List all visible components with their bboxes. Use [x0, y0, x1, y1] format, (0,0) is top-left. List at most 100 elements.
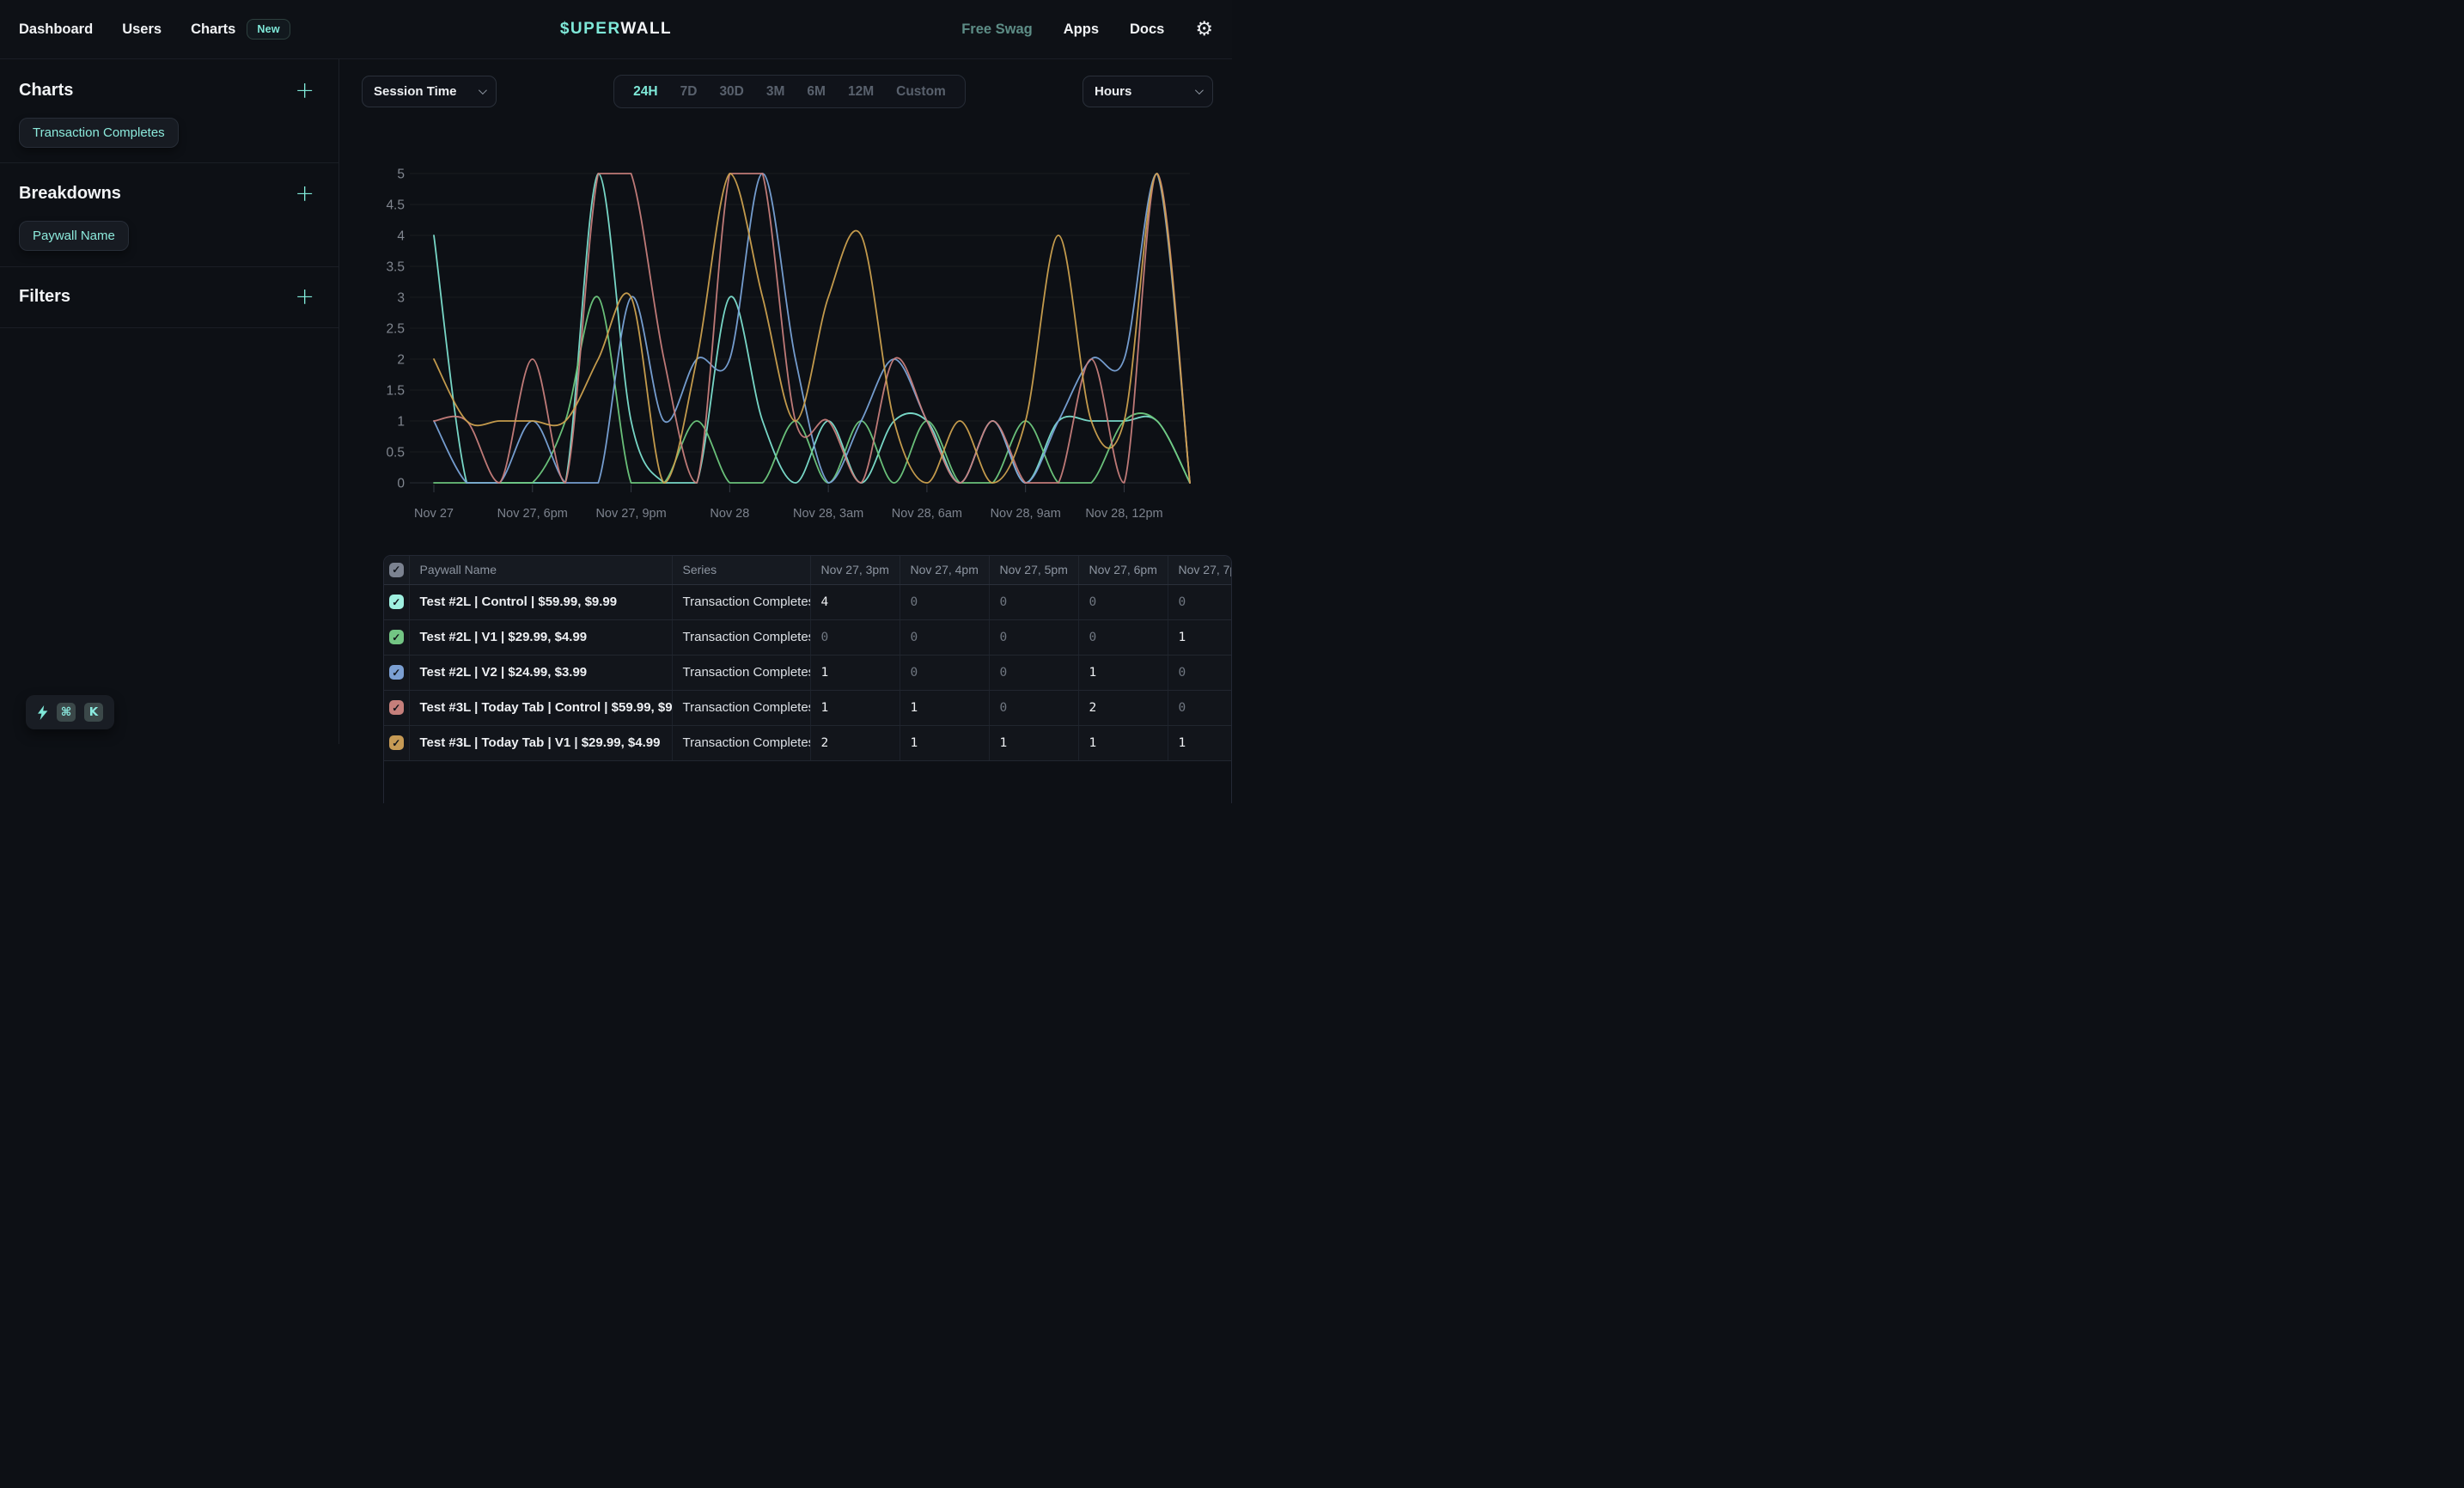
select-all-checkbox[interactable] — [389, 563, 404, 577]
col-header-5pm: Nov 27, 5pm — [989, 556, 1078, 584]
paywall-name-cell: Test #3L | Today Tab | Control | $59.99,… — [409, 690, 672, 725]
series-cell: Transaction Completes — [672, 655, 810, 690]
svg-text:Nov 28, 6am: Nov 28, 6am — [892, 507, 962, 521]
value-cell: 0 — [1078, 619, 1168, 655]
value-cell: 0 — [900, 655, 989, 690]
row-checkbox[interactable] — [389, 630, 404, 644]
value-cell: 0 — [989, 619, 1078, 655]
nav-item-charts[interactable]: Charts — [191, 21, 235, 38]
paywall-name-cell: Test #2L | V2 | $24.99, $3.99 — [409, 655, 672, 690]
value-cell: 1 — [1078, 655, 1168, 690]
sidebar-section-charts: Charts + Transaction Completes — [0, 59, 338, 163]
range-12m[interactable]: 12M — [837, 84, 885, 100]
svg-text:1: 1 — [397, 415, 405, 430]
range-6m[interactable]: 6M — [796, 84, 837, 100]
nav-charts-group: Charts New — [191, 19, 290, 40]
superwall-logo[interactable]: $UPERWALL — [560, 20, 672, 39]
value-cell: 1 — [1168, 725, 1232, 760]
value-cell: 2 — [1078, 690, 1168, 725]
svg-text:2.5: 2.5 — [386, 322, 405, 337]
col-header-paywall-name: Paywall Name — [409, 556, 672, 584]
new-badge: New — [247, 19, 290, 40]
range-7d[interactable]: 7D — [669, 84, 709, 100]
value-cell: 0 — [1168, 690, 1232, 725]
breakdowns-section-title: Breakdowns — [19, 184, 121, 204]
range-custom[interactable]: Custom — [885, 84, 957, 100]
value-cell: 0 — [900, 619, 989, 655]
value-cell: 0 — [989, 655, 1078, 690]
add-breakdown-button[interactable]: + — [290, 180, 320, 207]
table-row: Test #2L | V2 | $24.99, $3.99 Transactio… — [384, 655, 1232, 690]
svg-text:Nov 27, 9pm: Nov 27, 9pm — [595, 507, 666, 521]
range-3m[interactable]: 3M — [755, 84, 796, 100]
time-range-group: 24H 7D 30D 3M 6M 12M Custom — [613, 75, 966, 108]
breakdown-table: Paywall Name Series Nov 27, 3pm Nov 27, … — [384, 556, 1232, 761]
nav-item-users[interactable]: Users — [122, 21, 162, 38]
metric-select-value: Session Time — [374, 84, 456, 99]
paywall-name-cell: Test #3L | Today Tab | V1 | $29.99, $4.9… — [409, 725, 672, 760]
range-30d[interactable]: 30D — [708, 84, 754, 100]
value-cell: 0 — [1168, 584, 1232, 619]
row-checkbox[interactable] — [389, 665, 404, 680]
command-key: ⌘ — [57, 703, 76, 722]
svg-text:Nov 28, 3am: Nov 28, 3am — [793, 507, 863, 521]
value-cell: 1 — [1078, 725, 1168, 760]
svg-text:2: 2 — [397, 353, 405, 368]
value-cell: 2 — [810, 725, 900, 760]
value-cell: 1 — [900, 725, 989, 760]
value-cell: 1 — [1168, 619, 1232, 655]
col-header-4pm: Nov 27, 4pm — [900, 556, 989, 584]
col-header-6pm: Nov 27, 6pm — [1078, 556, 1168, 584]
sidebar: Charts + Transaction Completes Breakdown… — [0, 59, 339, 744]
svg-text:Nov 28, 9am: Nov 28, 9am — [991, 507, 1061, 521]
nav-item-dashboard[interactable]: Dashboard — [19, 21, 93, 38]
logo-accent: $UPER — [560, 20, 621, 38]
table-row: Test #2L | V1 | $29.99, $4.99 Transactio… — [384, 619, 1232, 655]
breakdown-table-wrap: Paywall Name Series Nov 27, 3pm Nov 27, … — [383, 555, 1232, 803]
value-cell: 0 — [989, 690, 1078, 725]
command-palette-shortcut[interactable]: ⌘ K — [26, 695, 114, 729]
chevron-down-icon — [1195, 86, 1204, 95]
charts-section-title: Charts — [19, 81, 73, 101]
gear-icon[interactable]: ⚙ — [1195, 20, 1213, 40]
svg-text:0.5: 0.5 — [386, 446, 405, 460]
nav-link-docs[interactable]: Docs — [1130, 21, 1164, 38]
add-filter-button[interactable]: + — [290, 284, 320, 310]
svg-text:1.5: 1.5 — [386, 384, 405, 399]
svg-text:Nov 27: Nov 27 — [414, 507, 454, 521]
nav-link-apps[interactable]: Apps — [1064, 21, 1099, 38]
filters-section-title: Filters — [19, 287, 70, 307]
svg-text:Nov 28: Nov 28 — [710, 507, 749, 521]
table-header-row: Paywall Name Series Nov 27, 3pm Nov 27, … — [384, 556, 1232, 584]
app-body: Charts + Transaction Completes Breakdown… — [0, 59, 1232, 744]
row-checkbox[interactable] — [389, 595, 404, 609]
paywall-name-cell: Test #2L | Control | $59.99, $9.99 — [409, 584, 672, 619]
range-24h[interactable]: 24H — [622, 84, 668, 100]
svg-text:Nov 28, 12pm: Nov 28, 12pm — [1085, 507, 1162, 521]
top-nav: Dashboard Users Charts New $UPERWALL Fre… — [0, 0, 1232, 59]
value-cell: 1 — [810, 655, 900, 690]
svg-text:4: 4 — [397, 229, 405, 244]
metric-select[interactable]: Session Time — [362, 76, 497, 107]
chip-transaction-completes[interactable]: Transaction Completes — [19, 118, 179, 148]
row-checkbox[interactable] — [389, 735, 404, 750]
svg-text:0: 0 — [397, 477, 405, 491]
svg-text:3.5: 3.5 — [386, 260, 405, 275]
paywall-name-cell: Test #2L | V1 | $29.99, $4.99 — [409, 619, 672, 655]
table-row: Test #2L | Control | $59.99, $9.99 Trans… — [384, 584, 1232, 619]
row-checkbox[interactable] — [389, 700, 404, 715]
logo-rest: WALL — [620, 20, 672, 38]
series-cell: Transaction Completes — [672, 584, 810, 619]
col-header-series: Series — [672, 556, 810, 584]
value-cell: 0 — [989, 584, 1078, 619]
series-cell: Transaction Completes — [672, 619, 810, 655]
chip-paywall-name[interactable]: Paywall Name — [19, 221, 129, 251]
sidebar-section-filters: Filters + — [0, 267, 338, 328]
unit-select-value: Hours — [1095, 84, 1131, 99]
col-header-7pm: Nov 27, 7pm — [1168, 556, 1232, 584]
nav-link-free-swag[interactable]: Free Swag — [961, 21, 1033, 38]
unit-select[interactable]: Hours — [1083, 76, 1213, 107]
nav-left-group: Dashboard Users Charts New — [19, 19, 290, 40]
add-chart-button[interactable]: + — [290, 77, 320, 104]
controls-row: Session Time 24H 7D 30D 3M 6M 12M Custom… — [362, 75, 1213, 108]
